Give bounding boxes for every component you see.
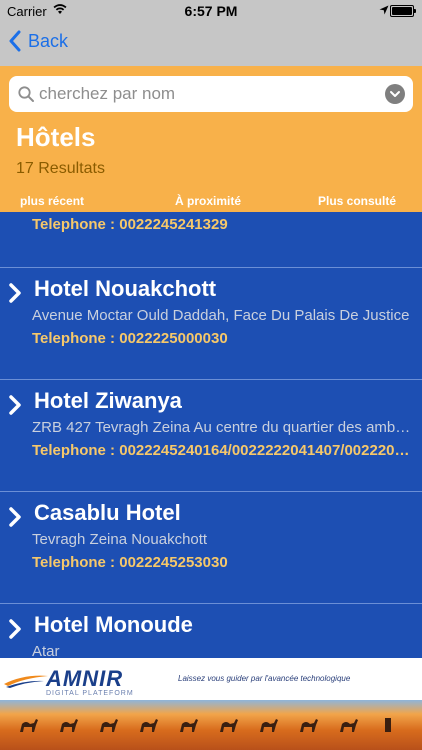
swoosh-icon: [4, 675, 48, 688]
hotel-name: Hotel Ziwanya: [34, 388, 182, 413]
filter-most-viewed[interactable]: Plus consulté: [318, 194, 396, 208]
amnir-logo: AMNIR DIGITAL PLATEFORM: [4, 666, 134, 697]
back-button[interactable]: Back: [8, 30, 68, 52]
list-header: Hôtels 17 Resultats plus récent À proxim…: [0, 66, 422, 212]
list-item[interactable]: Hotel Ziwanya ZRB 427 Tevragh Zeina Au c…: [0, 380, 422, 490]
filter-bar: plus récent À proximité Plus consulté: [0, 192, 422, 212]
chevron-down-icon[interactable]: [385, 84, 405, 104]
brand-subtitle: DIGITAL PLATEFORM: [46, 690, 134, 697]
clock: 6:57 PM: [184, 3, 238, 19]
chevron-right-icon: [9, 619, 21, 639]
search-input[interactable]: [39, 76, 379, 112]
hotel-telephone: Telephone : 0022225000030: [32, 330, 228, 347]
back-label: Back: [28, 30, 69, 51]
hotel-name: Hotel Monoude: [34, 612, 193, 637]
hotel-name: Hotel Nouakchott: [34, 276, 217, 301]
chevron-right-icon: [9, 395, 21, 415]
hotel-address: Avenue Moctar Ould Daddah, Face Du Palai…: [32, 307, 410, 324]
list-item[interactable]: Hotel Nouakchott Avenue Moctar Ould Dadd…: [0, 268, 422, 378]
page-title: Hôtels: [16, 122, 96, 152]
filter-nearby[interactable]: À proximité: [175, 194, 241, 208]
list-item[interactable]: Hotel Monoude Atar: [0, 604, 422, 658]
partial-item-telephone: Telephone : 0022245241329: [32, 216, 228, 233]
ad-banner[interactable]: AMNIR DIGITAL PLATEFORM Laissez vous gui…: [0, 658, 422, 750]
chevron-right-icon: [9, 507, 21, 527]
navigation-bar: Back: [0, 22, 422, 66]
search-icon: [18, 86, 34, 102]
results-count: 17 Resultats: [16, 160, 105, 177]
ad-tagline: Laissez vous guider par l'avancée techno…: [178, 674, 351, 683]
hotel-name: Casablu Hotel: [34, 500, 181, 525]
search-bar: [9, 76, 413, 112]
chevron-left-icon: [9, 30, 21, 52]
chevron-right-icon: [9, 283, 21, 303]
hotel-list[interactable]: Telephone : 0022245241329 Hotel Nouakcho…: [0, 212, 422, 658]
hotel-telephone: Telephone : 0022245240164/0022222041407/…: [32, 442, 416, 459]
brand-name: AMNIR: [46, 666, 124, 691]
camel-caravan-image: [20, 718, 391, 732]
hotel-address: Atar: [32, 643, 60, 658]
filter-most-recent[interactable]: plus récent: [20, 194, 84, 208]
hotel-address: ZRB 427 Tevragh Zeina Au centre du quart…: [32, 419, 416, 436]
list-item[interactable]: Casablu Hotel Tevragh Zeina Nouakchott T…: [0, 492, 422, 602]
desert-image: [0, 700, 422, 750]
hotel-telephone: Telephone : 0022245253030: [32, 554, 228, 571]
battery-icon: [390, 5, 416, 17]
location-arrow-icon: [379, 5, 389, 15]
hotel-address: Tevragh Zeina Nouakchott: [32, 531, 208, 548]
status-bar: Carrier 6:57 PM: [0, 0, 422, 22]
